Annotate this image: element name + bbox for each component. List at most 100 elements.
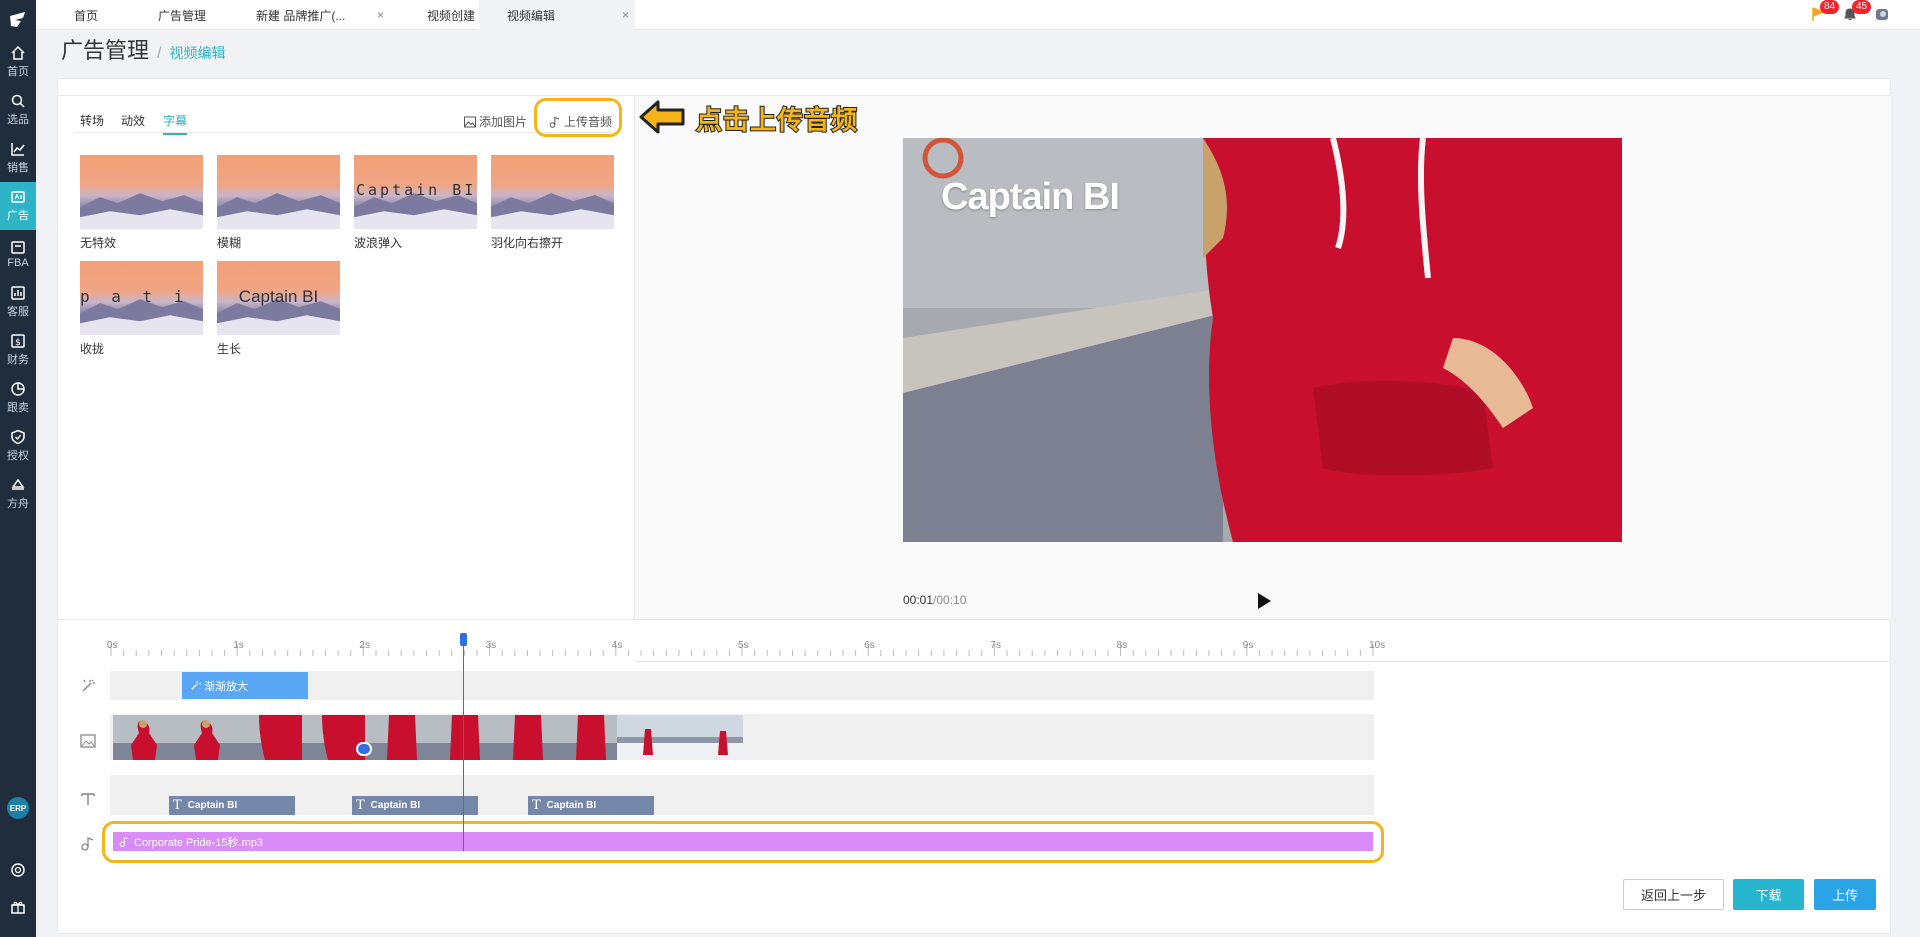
play-icon[interactable] — [1256, 592, 1272, 610]
frame-thumb[interactable] — [239, 715, 302, 760]
frame-thumb[interactable] — [554, 715, 617, 760]
ruler-label: 9s — [1242, 640, 1254, 651]
add-image-button[interactable]: 添加图片 — [464, 113, 527, 130]
frame-thumb[interactable] — [680, 715, 743, 760]
current-time: 00:01 — [903, 593, 934, 607]
frame-thumb[interactable] — [428, 715, 491, 760]
ark-icon — [11, 478, 25, 490]
transition-marker[interactable] — [356, 742, 372, 756]
video-caption-text: Captain BI — [941, 176, 1120, 218]
effect-label: 无特效 — [80, 236, 117, 250]
ruler-label: 5s — [738, 640, 749, 651]
close-icon[interactable]: × — [622, 8, 629, 22]
tab-motion[interactable]: 动效 — [121, 112, 145, 133]
page-title: 广告管理 — [61, 38, 150, 63]
effect-thumb-grow[interactable]: Captain BI — [217, 261, 340, 335]
tab-label: 视频编辑 — [507, 8, 556, 23]
frame-thumb[interactable] — [491, 715, 554, 760]
text-clip-label: Captain BI — [187, 800, 238, 811]
effect-thumb-feather[interactable] — [491, 155, 614, 229]
notification-button[interactable]: 45 — [1842, 0, 1872, 24]
image-frames — [113, 715, 743, 760]
text-clip-label: Captain BI — [370, 800, 421, 811]
text-clip[interactable]: T Captain BI — [352, 796, 478, 815]
back-button[interactable]: 返回上一步 — [1623, 879, 1724, 910]
annotation-arrow-icon — [639, 100, 685, 134]
effect-label: 模糊 — [217, 236, 242, 250]
download-button[interactable]: 下载 — [1733, 879, 1804, 910]
sidebar-item-auth[interactable]: 授权 — [0, 422, 36, 470]
sidebar-item-label: 跟卖 — [7, 402, 29, 414]
image-icon — [80, 734, 96, 748]
magic-wand-icon — [82, 679, 95, 692]
app-logo[interactable] — [0, 0, 36, 38]
user-avatar[interactable] — [1874, 6, 1892, 24]
ruler-label: 1s — [233, 640, 244, 651]
support-button[interactable] — [0, 855, 36, 885]
gift-button[interactable] — [0, 892, 36, 922]
text-clip[interactable]: T Captain BI — [528, 796, 654, 815]
chart-icon — [11, 143, 25, 156]
audio-clip-highlight — [102, 821, 1384, 863]
annotation-text: 点击上传音频 — [695, 105, 859, 137]
frame-thumb[interactable] — [302, 715, 365, 760]
sidebar-item-service[interactable]: 客服 — [0, 278, 36, 326]
avatar-icon — [1876, 9, 1888, 20]
effect-thumb-gather[interactable]: p a t i n — [80, 261, 203, 335]
frame-thumb[interactable] — [365, 715, 428, 760]
breadcrumb-current[interactable]: 视频编辑 — [169, 43, 225, 63]
effect-label: 羽化向右擦开 — [491, 236, 564, 250]
time-display: 00:01/00:10 — [903, 593, 966, 607]
sidebar-item-finance[interactable]: $ 财务 — [0, 326, 36, 374]
playhead-handle[interactable] — [460, 633, 468, 646]
frame-thumb[interactable] — [617, 715, 680, 760]
playhead[interactable] — [463, 633, 465, 851]
effect-thumb-none[interactable] — [80, 155, 203, 229]
sidebar-item-label: 选品 — [7, 114, 29, 126]
mountain-graphic — [491, 192, 614, 229]
sidebar-item-ark[interactable]: 方舟 — [0, 470, 36, 518]
sidebar-item-sales[interactable]: 销售 — [0, 134, 36, 182]
effect-thumb-blur[interactable] — [217, 155, 340, 229]
logo-icon — [10, 12, 25, 27]
upload-button[interactable]: 上传 — [1814, 879, 1876, 910]
breadcrumb-separator: / — [157, 45, 162, 62]
text-icon — [81, 793, 95, 805]
headset-icon — [11, 863, 25, 877]
timeline-divider — [57, 619, 1891, 620]
breadcrumb: 广告管理 / 视频编辑 — [61, 33, 225, 63]
tab-new-brand[interactable]: 新建 品牌推广(... × — [256, 0, 396, 30]
ruler-label: 3s — [485, 640, 497, 651]
mountain-graphic — [217, 192, 340, 229]
frame-thumb[interactable] — [176, 715, 239, 760]
sidebar-item-follow[interactable]: 跟卖 — [0, 374, 36, 422]
sidebar-item-fba[interactable]: FBA — [0, 230, 36, 278]
service-icon — [11, 286, 25, 300]
zoom-effect-clip[interactable]: 渐渐放大 — [182, 672, 308, 699]
magic-wand-icon — [191, 680, 201, 690]
text-track[interactable] — [110, 775, 1374, 815]
tab-bar: 首页 广告管理 × 新建 品牌推广(... × 视频创建 × 视频编辑 × 84 45 — [36, 0, 1920, 30]
effect-thumb-wave[interactable]: Captain BI — [354, 155, 477, 229]
video-preview[interactable]: Captain BI — [903, 138, 1622, 542]
ruler-label: 0s — [107, 640, 118, 651]
warehouse-icon — [11, 241, 25, 254]
tab-home[interactable]: 首页 — [74, 0, 134, 30]
text-clip[interactable]: T Captain BI — [169, 796, 295, 815]
music-note-icon — [81, 837, 94, 851]
sidebar-item-selection[interactable]: 选品 — [0, 86, 36, 134]
tab-video-edit[interactable]: 视频编辑 × — [479, 0, 635, 30]
thumb-text: Captain BI — [238, 287, 319, 306]
ruler-label: 8s — [1116, 640, 1128, 651]
sidebar-item-ads[interactable]: 广告 — [0, 182, 36, 230]
close-icon[interactable]: × — [377, 8, 384, 22]
mountain-graphic — [80, 192, 203, 229]
frame-thumb[interactable] — [113, 715, 176, 760]
effect-label: 生长 — [217, 342, 242, 356]
sidebar-item-label: 客服 — [7, 306, 29, 318]
tab-label: 广告管理 — [158, 8, 207, 23]
flag-button[interactable]: 84 — [1810, 0, 1840, 24]
sidebar-item-home[interactable]: 首页 — [0, 38, 36, 86]
erp-badge[interactable]: ERP — [7, 797, 29, 819]
tab-transition[interactable]: 转场 — [80, 112, 104, 133]
